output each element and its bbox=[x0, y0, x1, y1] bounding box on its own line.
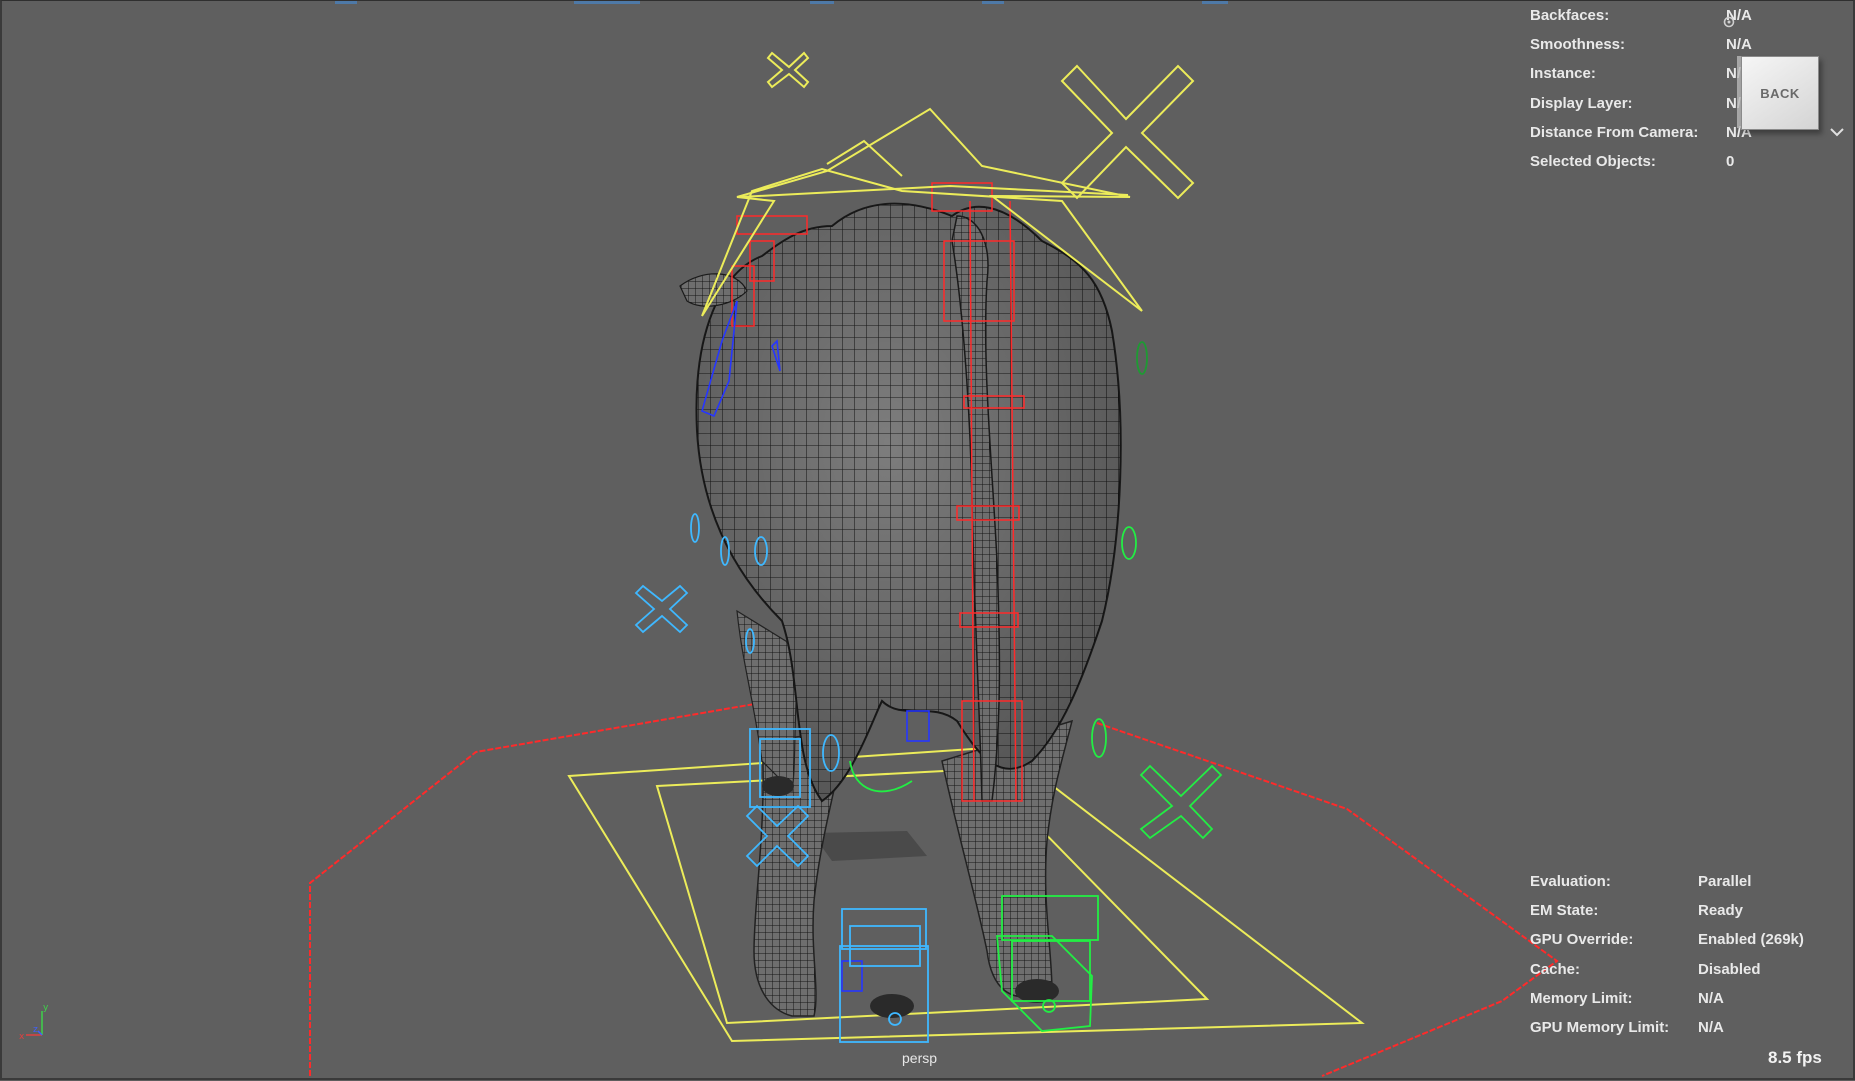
hud-label: GPU Memory Limit: bbox=[1530, 1019, 1670, 1036]
axis-x-label: x bbox=[19, 1032, 25, 1041]
ground-shadow bbox=[812, 831, 927, 861]
viewcube-menu-chevron-icon[interactable] bbox=[1829, 125, 1845, 139]
axis-z-label: z bbox=[33, 1025, 38, 1035]
hud-label: Memory Limit: bbox=[1530, 990, 1633, 1007]
hud-value: Parallel bbox=[1698, 873, 1752, 890]
pivot-cross-small-yellow[interactable] bbox=[766, 51, 810, 89]
hud-evaluation-details: Evaluation: Parallel EM State: Ready GPU… bbox=[1530, 873, 1850, 1043]
hud-label: Distance From Camera: bbox=[1530, 124, 1699, 141]
hud-value: Ready bbox=[1698, 902, 1744, 919]
hud-label: EM State: bbox=[1530, 902, 1599, 919]
pivot-cross-large-yellow[interactable] bbox=[1060, 64, 1195, 200]
hud-label: Display Layer: bbox=[1530, 95, 1633, 112]
hud-label: Instance: bbox=[1530, 65, 1596, 82]
hud-label: Evaluation: bbox=[1530, 873, 1611, 890]
axis-y-label: y bbox=[43, 1003, 49, 1013]
axis-gizmo-icon: y x z bbox=[19, 1003, 49, 1041]
hud-label: Selected Objects: bbox=[1530, 153, 1656, 170]
hud-value: 0 bbox=[1726, 153, 1735, 170]
viewport-panel[interactable]: Backfaces: N/A Smoothness: N/A Instance:… bbox=[0, 0, 1855, 1080]
hud-label: Backfaces: bbox=[1530, 7, 1610, 24]
root-controller-red[interactable] bbox=[309, 700, 1559, 1077]
hud-value: N/A bbox=[1726, 36, 1752, 53]
viewcube-home-icon[interactable] bbox=[1722, 15, 1736, 29]
viewcube-back-icon[interactable]: BACK bbox=[1741, 56, 1819, 130]
camera-name-label: persp bbox=[902, 1050, 938, 1066]
hud-label: GPU Override: bbox=[1530, 931, 1634, 948]
hud-value: N/A bbox=[1698, 1019, 1724, 1036]
hud-label: Cache: bbox=[1530, 961, 1581, 978]
hud-value: Enabled (269k) bbox=[1698, 931, 1804, 948]
hud-value: N/A bbox=[1698, 990, 1724, 1007]
hud-label: Smoothness: bbox=[1530, 36, 1626, 53]
fps-readout: 8.5 fps bbox=[1768, 1048, 1822, 1067]
hud-value: Disabled bbox=[1698, 961, 1761, 978]
